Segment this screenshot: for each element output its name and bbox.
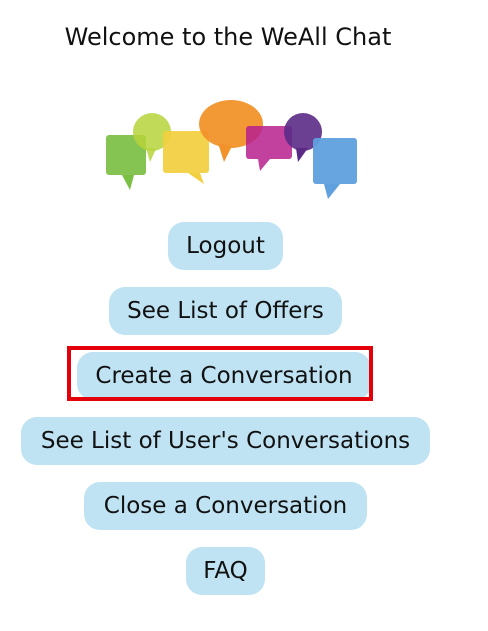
- faq-button[interactable]: FAQ: [186, 547, 265, 595]
- page-title: Welcome to the WeAll Chat: [64, 23, 392, 51]
- see-user-conversations-button[interactable]: See List of User's Conversations: [21, 417, 430, 465]
- see-offers-button[interactable]: See List of Offers: [109, 287, 342, 335]
- logout-button[interactable]: Logout: [168, 222, 283, 270]
- blue-bubble-icon: [313, 138, 357, 199]
- yellow-bubble-icon: [163, 131, 209, 184]
- close-conversation-button[interactable]: Close a Conversation: [84, 482, 367, 530]
- create-conversation-button[interactable]: Create a Conversation: [77, 352, 371, 400]
- chat-bubbles-logo-icon: [106, 100, 357, 199]
